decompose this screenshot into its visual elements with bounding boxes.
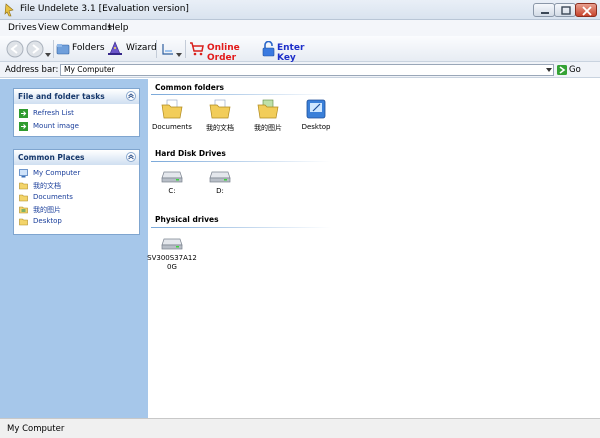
link-label: My Computer <box>33 169 81 177</box>
section-common-folders-title: Common folders <box>155 83 224 92</box>
panel-title: File and folder tasks <box>18 92 105 101</box>
collapse-chevron-icon[interactable] <box>126 152 136 162</box>
link-label: 我的文档 <box>33 182 61 190</box>
toolbar-separator <box>156 40 157 58</box>
address-bar: Address bar: My Computer Go <box>0 62 600 78</box>
drive-item-c[interactable]: C: <box>148 168 196 195</box>
address-input[interactable]: My Computer <box>60 64 554 76</box>
green-arrow-icon <box>19 122 28 131</box>
file-folder-tasks-panel: File and folder tasks Refresh List Mount… <box>13 88 140 137</box>
folder-icon <box>19 218 28 226</box>
maximize-icon <box>561 6 571 15</box>
link-label: Mount image <box>33 122 79 130</box>
item-label: C: <box>168 187 176 195</box>
app-logo-icon <box>4 3 14 17</box>
address-label: Address bar: <box>5 65 59 75</box>
section-hard-disks-title: Hard Disk Drives <box>155 149 226 158</box>
common-places-panel: Common Places My Computer 我的文档 Documents… <box>13 149 140 235</box>
go-arrow-icon[interactable] <box>557 65 567 75</box>
item-label: D: <box>216 187 224 195</box>
toolbar: Folders Wizard Online Order Enter Key <box>0 36 600 63</box>
folder-item-documents[interactable]: Documents <box>148 98 196 131</box>
desktop-icon <box>306 99 326 119</box>
padlock-icon <box>262 41 275 57</box>
online-order-button[interactable]: Online Order <box>189 40 259 63</box>
panel-title: Common Places <box>18 153 85 162</box>
menu-view[interactable]: View <box>38 23 59 33</box>
folder-icon <box>19 182 28 190</box>
minimize-button[interactable] <box>533 3 555 17</box>
panel-header[interactable]: Common Places <box>14 150 139 165</box>
wizard-hat-icon <box>108 41 122 55</box>
close-icon <box>582 6 592 16</box>
wizard-label: Wizard <box>126 43 157 53</box>
item-label: Documents <box>152 123 192 131</box>
folders-label: Folders <box>72 43 105 53</box>
section-divider <box>151 227 331 228</box>
item-label: Desktop <box>301 123 331 131</box>
content-pane: Common folders Documents 我的文档 我的图片 Deskt… <box>146 79 600 418</box>
link-label: 我的图片 <box>33 206 61 214</box>
folder-item-my-documents-cn[interactable]: 我的文档 <box>196 98 244 133</box>
item-label: 我的文档 <box>206 124 234 132</box>
collapse-chevron-icon[interactable] <box>126 91 136 101</box>
folder-icon <box>19 194 28 202</box>
drive-item-d[interactable]: D: <box>196 168 244 195</box>
section-divider <box>151 161 331 162</box>
item-label: 我的图片 <box>254 124 282 132</box>
tasks-pane: File and folder tasks Refresh List Mount… <box>0 79 148 418</box>
folder-with-document-icon <box>209 99 231 119</box>
hard-drive-icon <box>161 238 183 250</box>
forward-arrow-icon[interactable] <box>26 40 44 58</box>
folder-with-document-icon <box>161 99 183 119</box>
wizard-button[interactable]: Wizard <box>107 40 157 58</box>
shopping-cart-icon <box>190 42 204 56</box>
section-divider <box>151 94 331 95</box>
folders-icon <box>56 44 70 55</box>
status-bar: My Computer <box>0 418 600 438</box>
green-arrow-icon <box>19 109 28 118</box>
menu-bar: Drives View Commands Help <box>0 20 600 36</box>
panel-header[interactable]: File and folder tasks <box>14 89 139 104</box>
close-button[interactable] <box>575 3 597 17</box>
menu-help[interactable]: Help <box>108 23 129 33</box>
computer-icon <box>19 169 28 178</box>
folder-item-my-pictures-cn[interactable]: 我的图片 <box>244 98 292 133</box>
hard-drive-icon <box>161 171 183 183</box>
status-text: My Computer <box>7 424 65 434</box>
item-label: SV300S37A120G <box>147 254 197 271</box>
hard-drive-icon <box>209 171 231 183</box>
online-order-label: Online Order <box>207 43 240 63</box>
view-mode-icon[interactable] <box>161 40 175 58</box>
folders-button[interactable]: Folders <box>56 40 105 58</box>
back-arrow-icon[interactable] <box>6 40 24 58</box>
menu-commands[interactable]: Commands <box>61 23 112 33</box>
enter-key-button[interactable]: Enter Key <box>262 40 322 63</box>
physical-drive-item[interactable]: SV300S37A120G <box>146 235 198 272</box>
enter-key-label: Enter Key <box>277 43 305 63</box>
title-bar: File Undelete 3.1 [Evaluation version] <box>0 0 600 20</box>
minimize-icon <box>541 12 549 14</box>
link-label: Refresh List <box>33 109 74 117</box>
pictures-folder-icon <box>19 206 28 214</box>
maximize-button[interactable] <box>554 3 576 17</box>
window-title: File Undelete 3.1 [Evaluation version] <box>20 4 189 14</box>
menu-drives[interactable]: Drives <box>8 23 37 33</box>
toolbar-separator <box>53 40 54 58</box>
link-label: Documents <box>33 193 73 201</box>
folder-with-pictures-icon <box>257 99 279 119</box>
go-button[interactable]: Go <box>569 65 581 75</box>
section-physical-drives-title: Physical drives <box>155 215 219 224</box>
toolbar-separator <box>185 40 186 58</box>
link-label: Desktop <box>33 217 62 225</box>
folder-item-desktop[interactable]: Desktop <box>292 98 340 131</box>
address-dropdown-icon[interactable] <box>545 66 553 74</box>
